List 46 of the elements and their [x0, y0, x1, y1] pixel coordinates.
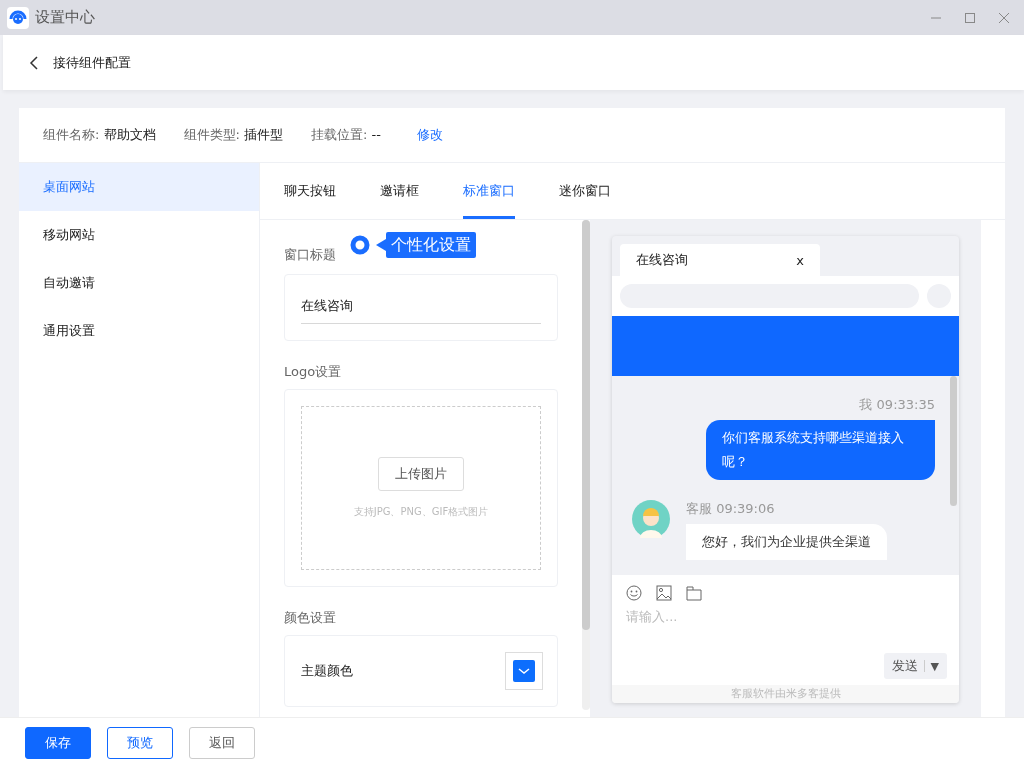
window-title: 设置中心 [35, 8, 95, 27]
headset-logo-icon [7, 6, 29, 29]
folder-icon[interactable] [686, 585, 702, 601]
tab[interactable]: 邀请框 [380, 163, 419, 219]
upload-button[interactable]: 上传图片 [378, 457, 464, 491]
footer-button[interactable]: 预览 [107, 727, 173, 759]
agent-avatar-icon [632, 500, 670, 538]
image-icon[interactable] [656, 585, 672, 601]
message-meta: 我 09:33:35 [859, 396, 935, 414]
field-label: 颜色设置 [284, 609, 337, 627]
footer-button[interactable]: 保存 [25, 727, 91, 759]
message-bubble: 您好，我们为企业提供全渠道 [686, 524, 887, 560]
page-title: 接待组件配置 [53, 53, 131, 72]
back-icon[interactable] [29, 55, 39, 70]
ring-icon [350, 235, 370, 255]
sidebar-item[interactable]: 通用设置 [19, 307, 259, 355]
tab[interactable]: 标准窗口 [463, 163, 515, 219]
sidebar-item[interactable]: 移动网站 [19, 211, 259, 259]
message-composer[interactable]: 请输入... 发送 ▼ [612, 575, 959, 685]
maximize-icon[interactable] [964, 11, 976, 24]
scrollbar[interactable] [582, 220, 590, 710]
info-text: 组件类型: 插件型 [183, 126, 284, 144]
info-text: 挂载位置: -- [311, 126, 381, 144]
callout-tag: 个性化设置 [386, 232, 476, 258]
emoji-icon[interactable] [626, 585, 642, 601]
info-text: 组件名称: 帮助文档 [43, 126, 156, 144]
chat-tab[interactable]: 在线咨询 x [620, 244, 820, 276]
theme-color-label: 主题颜色 [301, 662, 353, 680]
footer-button[interactable]: 返回 [189, 727, 255, 759]
sidebar-item[interactable]: 自动邀请 [19, 259, 259, 307]
tab-close[interactable]: x [796, 252, 804, 268]
upload-hint: 支持JPG、PNG、GIF格式图片 [353, 505, 489, 519]
close-icon[interactable] [998, 11, 1010, 24]
field-label: 窗口标题 [284, 246, 336, 264]
message-meta: 客服 09:39:06 [686, 500, 776, 518]
tab[interactable]: 聊天按钮 [284, 163, 336, 219]
edit-link[interactable]: 修改 [416, 126, 443, 144]
send-button[interactable]: 发送 ▼ [883, 653, 947, 679]
chevron-down-icon [513, 660, 535, 682]
tab[interactable]: 迷你窗口 [559, 163, 611, 219]
pointer-triangle-icon [376, 239, 386, 251]
chat-tab-title: 在线咨询 [636, 251, 688, 269]
message-bubble: 你们客服系统支持哪些渠道接入呢？ [706, 420, 935, 480]
color-picker[interactable] [505, 652, 543, 690]
sidebar-item[interactable]: 桌面网站 [19, 163, 259, 211]
field-label: Logo设置 [284, 363, 343, 381]
